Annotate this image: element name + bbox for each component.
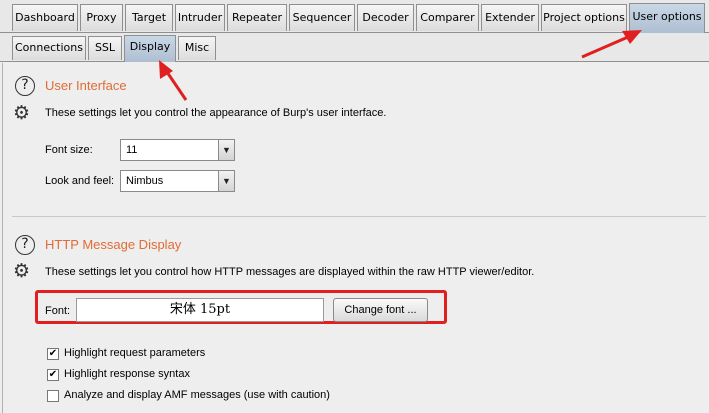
font-size-label: Font size: (45, 144, 93, 156)
tab-user-options[interactable]: User options (629, 3, 705, 33)
sub-tab-bar: Connections SSL Display Misc (0, 33, 709, 62)
checkmark-icon: ✔ (48, 348, 58, 359)
font-size-select[interactable]: 11 ▼ (120, 139, 235, 161)
main-tab-bar: Dashboard Proxy Target Intruder Repeater… (0, 0, 709, 33)
tab-repeater[interactable]: Repeater (227, 4, 287, 31)
font-display-field: 宋体 15pt (76, 298, 324, 322)
tab-proxy[interactable]: Proxy (80, 4, 123, 31)
checkbox-label: Highlight response syntax (64, 368, 190, 380)
tab-dashboard[interactable]: Dashboard (12, 4, 78, 31)
subtab-misc[interactable]: Misc (178, 36, 216, 60)
look-and-feel-value: Nimbus (126, 175, 164, 187)
change-font-button[interactable]: Change font ... (333, 298, 428, 322)
tab-target[interactable]: Target (125, 4, 173, 31)
gear-icon[interactable]: ⚙ (13, 103, 30, 123)
checkbox-label: Highlight request parameters (64, 347, 206, 359)
section-description: These settings let you control the appea… (45, 107, 387, 119)
tab-comparer[interactable]: Comparer (416, 4, 479, 31)
look-and-feel-select[interactable]: Nimbus ▼ (120, 170, 235, 192)
help-circle-icon[interactable]: ? (15, 76, 35, 96)
look-and-feel-label: Look and feel: (45, 175, 115, 187)
tab-intruder[interactable]: Intruder (175, 4, 225, 31)
highlight-response-checkbox[interactable]: ✔ (47, 369, 59, 381)
checkbox-label: Analyze and display AMF messages (use wi… (64, 389, 330, 401)
subtab-connections[interactable]: Connections (12, 36, 86, 60)
help-circle-icon[interactable]: ? (15, 235, 35, 255)
font-size-value: 11 (126, 144, 138, 156)
section-divider (12, 216, 706, 217)
tab-decoder[interactable]: Decoder (357, 4, 414, 31)
section-title-user-interface: User Interface (45, 78, 127, 93)
subtab-display[interactable]: Display (124, 35, 176, 62)
checkmark-icon: ✔ (48, 369, 58, 380)
section-description: These settings let you control how HTTP … (45, 266, 535, 278)
subtab-ssl[interactable]: SSL (88, 36, 122, 60)
amf-messages-checkbox[interactable] (47, 390, 59, 402)
tab-sequencer[interactable]: Sequencer (289, 4, 355, 31)
highlight-request-checkbox[interactable]: ✔ (47, 348, 59, 360)
gear-icon[interactable]: ⚙ (13, 261, 30, 281)
font-label: Font: (45, 305, 71, 317)
chevron-down-icon: ▼ (218, 140, 234, 160)
tab-extender[interactable]: Extender (481, 4, 539, 31)
section-title-http-message-display: HTTP Message Display (45, 237, 182, 252)
tab-project-options[interactable]: Project options (541, 4, 627, 31)
chevron-down-icon: ▼ (218, 171, 234, 191)
